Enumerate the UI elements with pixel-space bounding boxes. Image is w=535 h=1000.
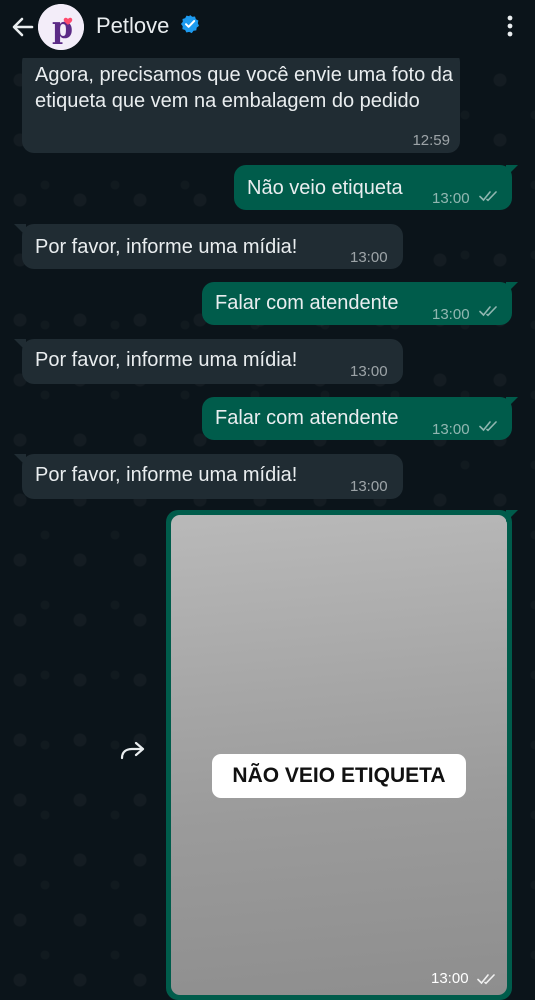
message-time: 12:59	[412, 132, 450, 149]
message-time: 13:00	[350, 249, 388, 266]
message-text: Falar com atendente	[215, 292, 399, 314]
incoming-message[interactable]: Por favor, informe uma mídia! 13:00	[22, 454, 403, 499]
bubble-tail	[506, 397, 518, 409]
petlove-logo-icon: p	[38, 4, 84, 50]
message-photo[interactable]: NÃO VEIO ETIQUETA 13:00	[171, 515, 507, 995]
bubble-tail	[506, 282, 518, 294]
chat-header: p Petlove	[0, 0, 535, 58]
message-time: 13:00	[431, 970, 469, 987]
more-options-icon[interactable]	[507, 14, 513, 38]
bubble-tail	[14, 454, 26, 466]
outgoing-message[interactable]: Falar com atendente 13:00	[202, 282, 512, 325]
bubble-tail	[506, 165, 518, 177]
double-check-icon	[479, 306, 497, 317]
bubble-tail	[14, 339, 26, 351]
back-arrow-icon[interactable]	[8, 13, 36, 41]
bubble-tail	[506, 510, 518, 522]
double-check-icon	[479, 421, 497, 432]
message-time: 13:00	[350, 363, 388, 380]
outgoing-message[interactable]: Falar com atendente 13:00	[202, 397, 512, 440]
incoming-message[interactable]: Por favor, informe uma mídia! 13:00	[22, 224, 403, 269]
forward-icon[interactable]	[118, 740, 148, 762]
photo-caption-overlay: NÃO VEIO ETIQUETA	[212, 754, 466, 798]
incoming-message[interactable]: Agora, precisamos que você envie uma fot…	[22, 50, 460, 153]
message-text: Por favor, informe uma mídia!	[35, 349, 298, 371]
svg-text:p: p	[52, 11, 73, 46]
double-check-icon	[477, 974, 495, 985]
double-check-icon	[479, 191, 497, 202]
message-text: Agora, precisamos que você envie uma fot…	[35, 64, 454, 112]
message-time: 13:00	[432, 190, 470, 207]
verified-badge-icon	[181, 15, 199, 34]
message-text: Não veio etiqueta	[247, 177, 403, 199]
avatar[interactable]: p	[38, 4, 84, 50]
incoming-message[interactable]: Por favor, informe uma mídia! 13:00	[22, 339, 403, 384]
message-text: Por favor, informe uma mídia!	[35, 236, 298, 258]
outgoing-image-message[interactable]: NÃO VEIO ETIQUETA 13:00	[166, 510, 512, 1000]
message-text: Falar com atendente	[215, 407, 399, 429]
message-time: 13:00	[432, 306, 470, 323]
message-time: 13:00	[432, 421, 470, 438]
message-time: 13:00	[350, 478, 388, 495]
message-text: Por favor, informe uma mídia!	[35, 464, 298, 486]
outgoing-message[interactable]: Não veio etiqueta 13:00	[234, 165, 512, 210]
contact-name[interactable]: Petlove	[96, 13, 169, 39]
bubble-tail	[14, 224, 26, 236]
